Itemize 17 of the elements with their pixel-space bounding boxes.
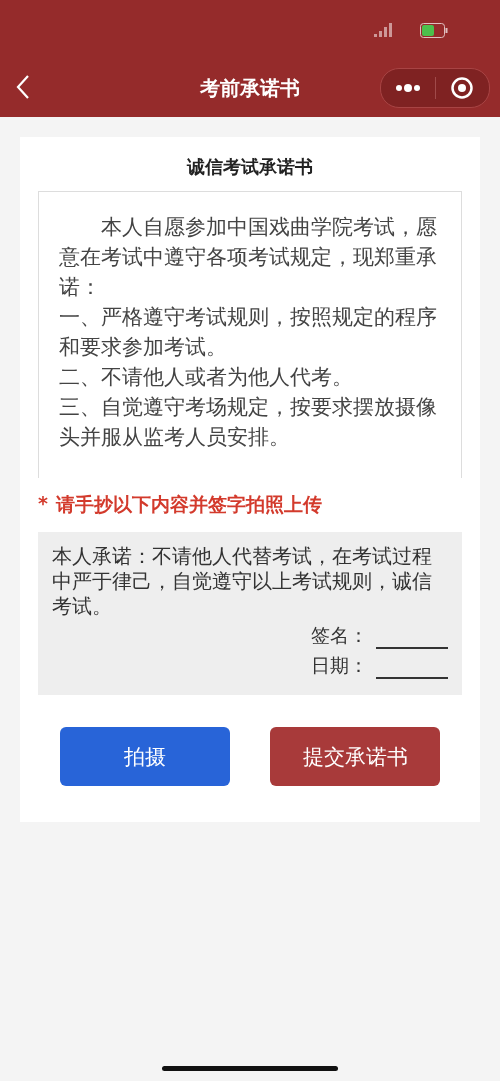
letter-paragraph: 二、不请他人或者为他人代考。 <box>59 364 354 391</box>
target-icon <box>451 77 474 99</box>
submit-button[interactable]: 提交承诺书 <box>270 727 440 786</box>
notice-text: 请手抄以下内容并签字拍照上传 <box>55 492 322 517</box>
letter-paragraph: 三、自觉遵守考场规定，按要求摆放摄像头并服从监考人员安排。 <box>59 394 438 451</box>
signal-icon <box>374 23 392 37</box>
letter-title: 诚信考试承诺书 <box>185 155 314 179</box>
photo-button[interactable]: 拍摄 <box>60 727 230 786</box>
letter-paragraph: 一、严格遵守考试规则，按照规定的程序和要求参加考试。 <box>59 304 438 361</box>
page-title: 考前承诺书 <box>200 75 300 102</box>
required-mark: * <box>38 492 48 516</box>
field-label: 签名： <box>311 623 368 648</box>
battery-icon <box>420 22 448 38</box>
more-icon <box>394 84 421 92</box>
field-label: 日期： <box>311 653 368 678</box>
letter-paragraph: 本人自愿参加中国戏曲学院考试，愿意在考试中遵守各项考试规定，现郑重承诺： <box>59 214 438 301</box>
pledge-text: 本人承诺：不请他人代替考试，在考试过程中严于律己，自觉遵守以上考试规则，诚信考试。 <box>52 544 433 619</box>
